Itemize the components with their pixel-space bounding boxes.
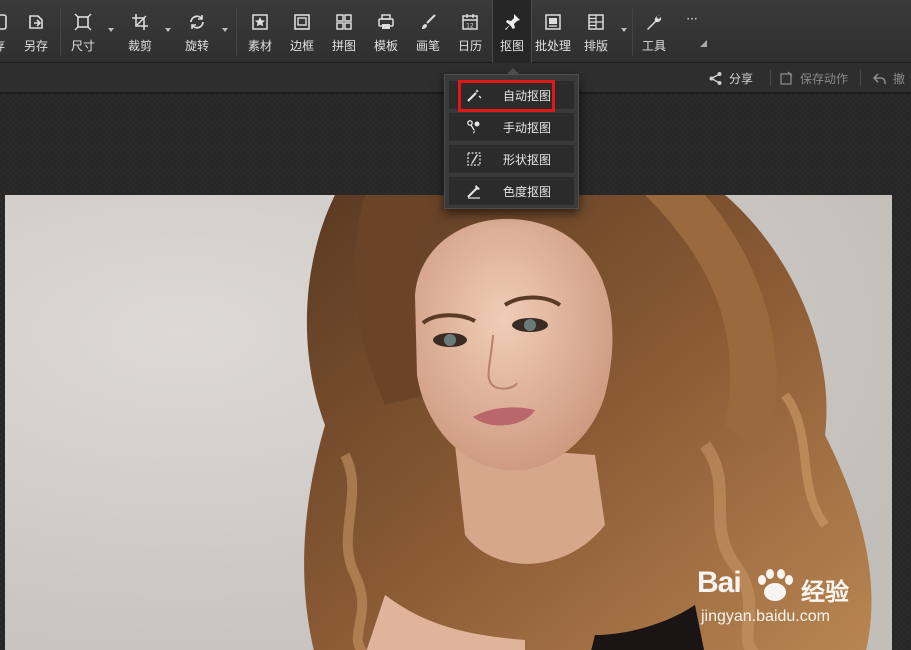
brush-tool-label: 画笔 [415,39,440,53]
cutout-dropdown-menu: 自动抠图 手动抠图 形状抠图 色度抠图 [444,68,579,209]
magic-wand-icon [463,84,485,106]
tools-tool[interactable]: 工具 [638,0,670,63]
manual-cutout-label: 手动抠图 [503,120,552,135]
toolbar-divider [236,8,237,56]
tools-tool-label: 工具 [641,39,666,53]
action-bar-divider [860,70,861,86]
chroma-cutout-item[interactable]: 色度抠图 [449,177,574,205]
share-button[interactable]: 分享 [708,63,753,93]
batch-tool-label: 批处理 [534,39,571,53]
layout-tool[interactable]: 排版 [580,0,612,63]
save-as-tool[interactable]: 另存 [20,0,52,63]
crop-dropdown-caret[interactable] [165,28,171,32]
save-icon [0,12,9,32]
crop-tool[interactable]: 裁剪 [124,0,156,63]
crop-tool-label: 裁剪 [127,39,152,53]
brush-icon [418,12,438,32]
layout-dropdown-caret[interactable] [621,28,627,32]
app-window: 存 另存 尺寸 裁剪 旋转 [0,0,911,650]
layout-icon [586,12,606,32]
manual-brush-icon [463,116,485,138]
rotate-tool-label: 旋转 [184,39,209,53]
undo-button[interactable]: 撤 [872,63,905,93]
auto-cutout-label: 自动抠图 [503,88,552,103]
size-tool-label: 尺寸 [70,39,95,53]
calendar-icon: 12 [460,12,480,32]
template-tool-label: 模板 [373,39,398,53]
rotate-dropdown-caret[interactable] [222,28,228,32]
watermark-url: jingyan.baidu.com [701,608,830,625]
cutout-tool[interactable]: 抠图 [492,0,532,63]
template-tool[interactable]: 模板 [370,0,402,63]
save-as-tool-label: 另存 [23,39,48,53]
material-tool[interactable]: 素材 [244,0,276,63]
material-tool-label: 素材 [247,39,272,53]
shape-cutout-label: 形状抠图 [503,152,552,167]
calendar-tool[interactable]: 12 日历 [454,0,486,63]
border-tool[interactable]: 边框 [286,0,318,63]
crop-icon [130,12,150,32]
share-label: 分享 [729,71,754,86]
save-action-button[interactable]: 保存动作 [779,63,848,93]
batch-tool[interactable]: 批处理 [534,0,572,63]
collage-tool[interactable]: 拼图 [328,0,360,63]
main-toolbar: 存 另存 尺寸 裁剪 旋转 [0,0,911,63]
resize-icon [73,12,93,32]
star-icon [250,12,270,32]
rotate-icon [187,12,207,32]
paw-logo-icon [758,569,793,601]
save-action-label: 保存动作 [800,71,849,86]
watermark-cn: 经验 [801,578,849,606]
save-as-icon [26,12,46,32]
save-action-icon [780,71,793,85]
color-pick-icon [463,180,485,202]
toolbar-divider [632,8,633,56]
watermark-brand: Bai [697,566,742,599]
baidu-watermark: Bai 经验 jingyan.baidu.com [697,566,897,636]
grid-icon [334,12,354,32]
share-icon [709,71,722,85]
printer-icon [376,12,396,32]
undo-icon [872,72,886,84]
wrench-icon [644,12,664,32]
shape-select-icon [463,148,485,170]
undo-label: 撤 [893,71,906,86]
svg-text:12: 12 [466,23,474,30]
save-tool-label: 存 [0,37,5,54]
frame-icon [292,12,312,32]
brush-tool[interactable]: 画笔 [412,0,444,63]
toolbar-divider [60,8,61,56]
collage-tool-label: 拼图 [331,39,356,53]
pin-icon [502,12,522,32]
border-tool-label: 边框 [289,39,314,53]
more-icon: ··· [686,12,698,26]
manual-cutout-item[interactable]: 手动抠图 [449,113,574,141]
menu-pointer [506,68,520,75]
rotate-tool[interactable]: 旋转 [181,0,213,63]
save-tool[interactable]: 存 [0,0,12,63]
shape-cutout-item[interactable]: 形状抠图 [449,145,574,173]
expand-corner-icon[interactable] [700,40,707,47]
calendar-tool-label: 日历 [457,39,482,53]
more-tool[interactable]: ··· [680,0,704,63]
chroma-cutout-label: 色度抠图 [503,184,552,199]
size-dropdown-caret[interactable] [108,28,114,32]
size-tool[interactable]: 尺寸 [67,0,99,63]
auto-cutout-item[interactable]: 自动抠图 [449,81,574,109]
batch-icon [543,12,563,32]
layout-tool-label: 排版 [583,39,608,53]
action-bar-divider [770,70,771,86]
cutout-tool-label: 抠图 [499,39,524,53]
